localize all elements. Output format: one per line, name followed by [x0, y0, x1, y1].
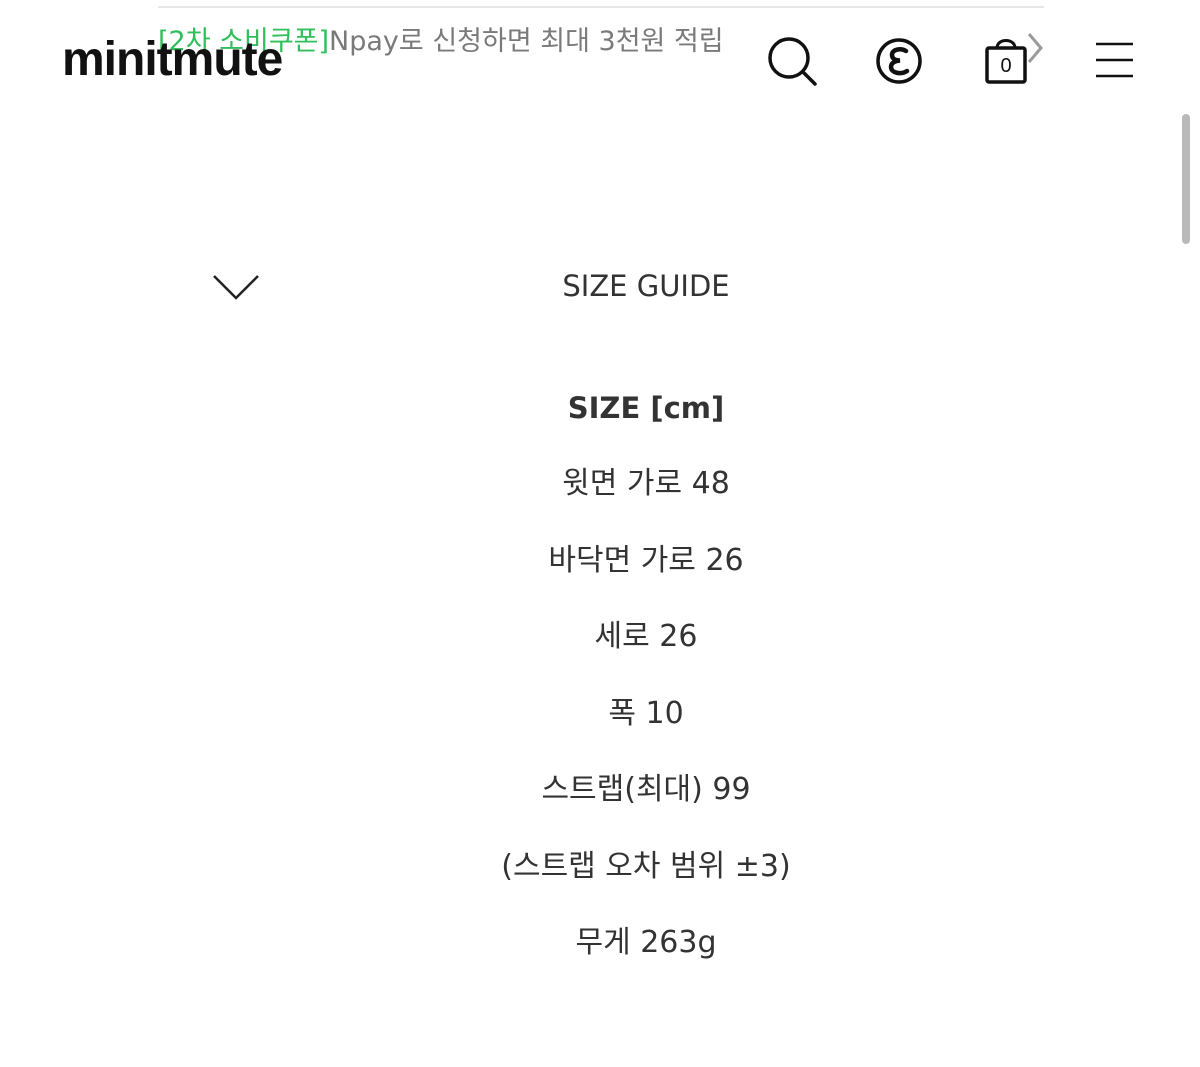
brand-logo[interactable]: minitmute	[62, 28, 283, 92]
section-title[interactable]: SIZE GUIDE	[460, 264, 832, 308]
size-spec-list: SIZE [cm] 윗면 가로 48 바닥면 가로 26 세로 26 폭 10 …	[330, 382, 962, 994]
announcement-text: Npay로 신청하면 최대 3천원 적립	[329, 26, 724, 57]
size-spec-item: 바닥면 가로 26	[548, 542, 744, 578]
page-scrollbar-thumb[interactable]	[1182, 114, 1190, 244]
e-circle-icon[interactable]	[871, 34, 927, 90]
size-spec-item: (스트랩 오차 범위 ±3)	[501, 848, 791, 884]
size-spec-item: 폭 10	[608, 695, 684, 731]
cart-count-badge: 0	[1000, 55, 1012, 77]
top-divider	[158, 6, 1044, 8]
size-spec-item: 윗면 가로 48	[562, 466, 730, 501]
size-spec-item: 세로 26	[594, 619, 698, 654]
shopping-bag-icon[interactable]: 0	[978, 34, 1034, 90]
chevron-down-icon[interactable]	[210, 268, 262, 308]
size-spec-item: 스트랩(최대) 99	[541, 772, 751, 807]
size-spec-item: 무게 263g	[575, 925, 717, 960]
search-icon[interactable]	[764, 34, 820, 90]
size-heading: SIZE [cm]	[567, 391, 725, 425]
hamburger-menu-icon[interactable]	[1086, 34, 1142, 90]
